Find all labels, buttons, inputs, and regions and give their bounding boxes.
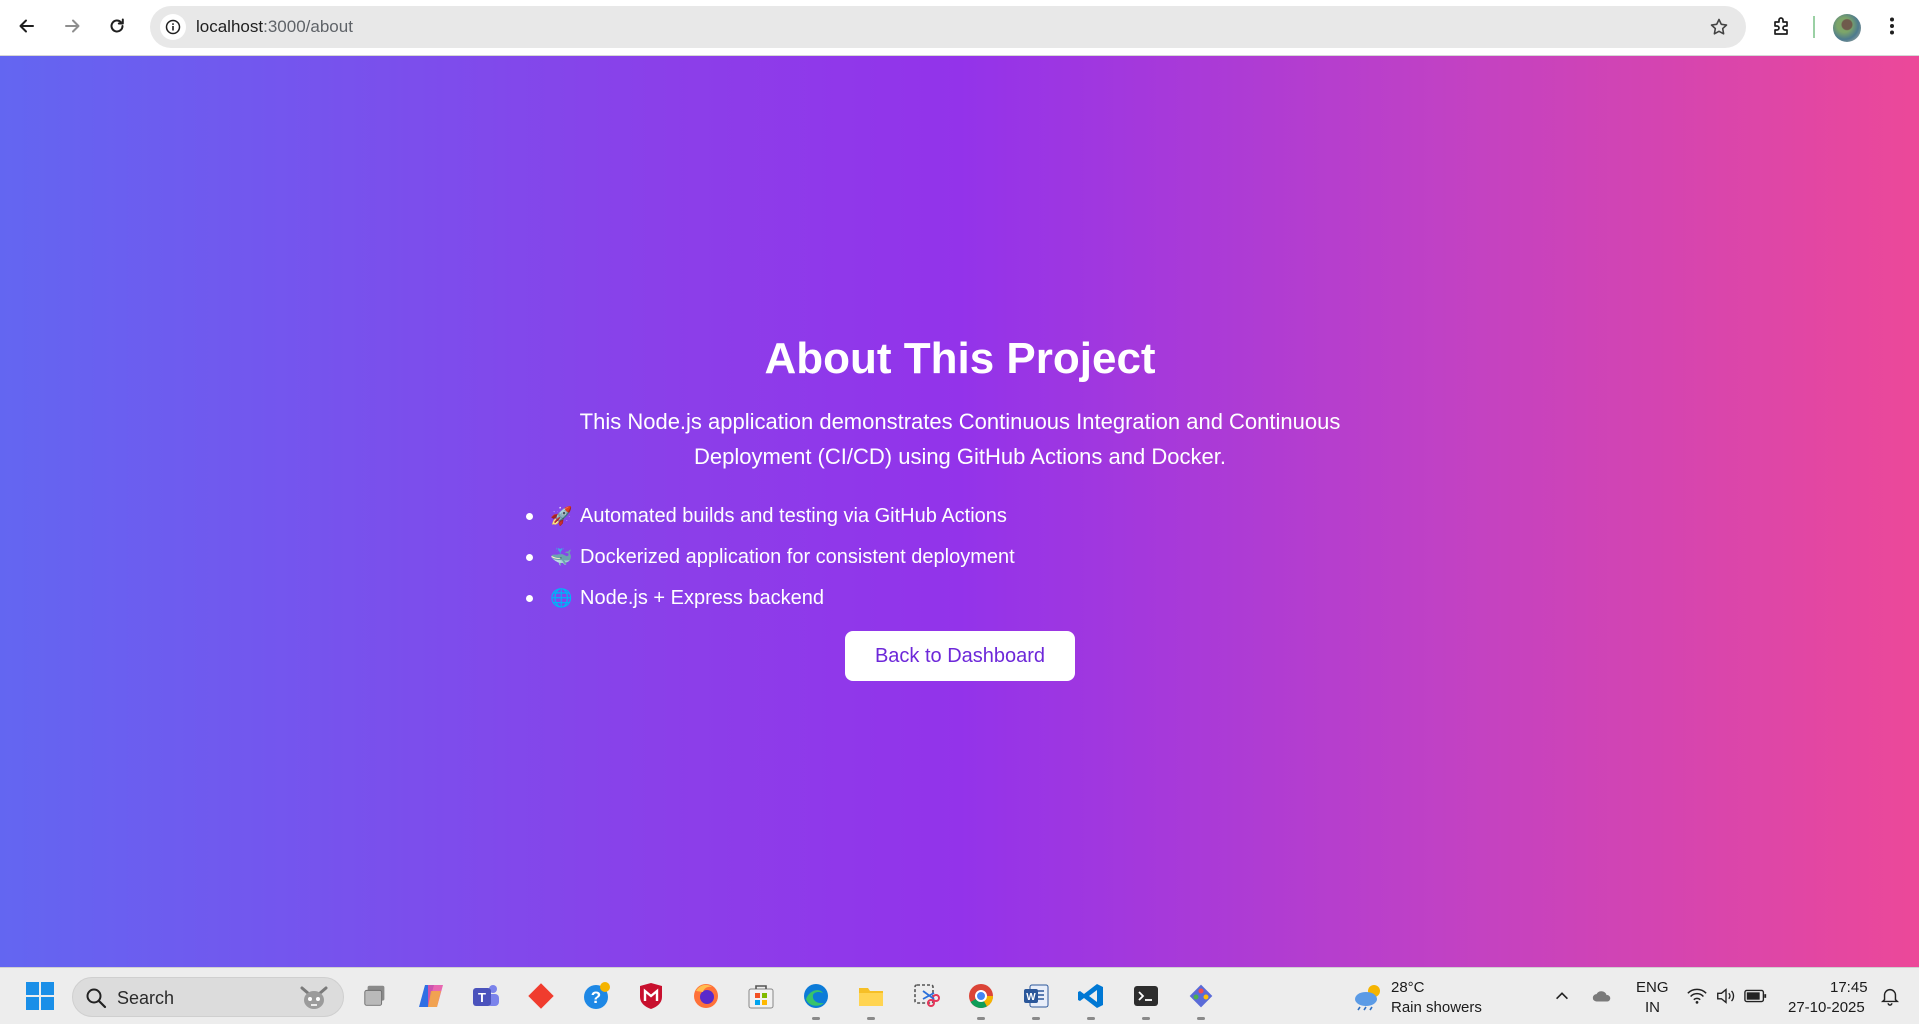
extensions-icon[interactable] bbox=[1764, 8, 1800, 44]
snipping-tool-icon[interactable] bbox=[906, 976, 946, 1016]
firefox-icon[interactable] bbox=[686, 976, 726, 1016]
running-indicator bbox=[1087, 1017, 1095, 1020]
running-indicator bbox=[1032, 1017, 1040, 1020]
globe-icon: 🌐 bbox=[550, 588, 573, 609]
back-to-dashboard-button[interactable]: Back to Dashboard bbox=[844, 631, 1076, 681]
list-item: 🌐 Node.js + Express backend bbox=[518, 578, 1418, 619]
arrow-left-icon bbox=[19, 19, 34, 33]
list-item: 🐳 Dockerized application for consistent d… bbox=[518, 537, 1418, 578]
windows-logo-icon bbox=[26, 982, 54, 1010]
terminal-icon[interactable] bbox=[1126, 976, 1166, 1020]
edge-icon[interactable] bbox=[796, 976, 836, 1020]
reload-icon bbox=[110, 18, 124, 33]
url-host: localhost bbox=[196, 17, 264, 36]
about-container: About This Project This Node.js applicat… bbox=[510, 332, 1410, 681]
feature-text: Node.js + Express backend bbox=[580, 587, 825, 609]
site-info-icon[interactable] bbox=[160, 14, 186, 40]
browser-toolbar: localhost:3000/about bbox=[0, 0, 1919, 56]
search-icon bbox=[86, 988, 107, 1009]
url-text[interactable]: localhost:3000/about bbox=[196, 17, 353, 37]
copilot-icon[interactable] bbox=[411, 976, 451, 1016]
browser-menu-icon[interactable] bbox=[1874, 8, 1910, 44]
weather-icon[interactable] bbox=[1348, 976, 1388, 1016]
task-view-icon[interactable] bbox=[356, 976, 396, 1016]
onedrive-cloud-icon[interactable] bbox=[1582, 976, 1622, 1016]
running-indicator bbox=[1197, 1017, 1205, 1020]
battery-icon[interactable] bbox=[1736, 976, 1776, 1016]
running-indicator bbox=[1142, 1017, 1150, 1020]
feature-text: Automated builds and testing via GitHub … bbox=[580, 505, 1007, 527]
address-bar[interactable]: localhost:3000/about bbox=[150, 6, 1746, 48]
toolbar-divider bbox=[1813, 16, 1815, 38]
running-indicator bbox=[812, 1017, 820, 1020]
weather-desc[interactable]: Rain showers bbox=[1391, 999, 1482, 1016]
microsoft-store-icon[interactable] bbox=[741, 976, 781, 1016]
gitkraken-icon[interactable] bbox=[1181, 976, 1221, 1020]
running-indicator bbox=[977, 1017, 985, 1020]
back-nav-button[interactable] bbox=[9, 8, 45, 44]
start-button[interactable] bbox=[20, 976, 60, 1016]
teams-icon[interactable]: T bbox=[466, 976, 506, 1016]
help-icon[interactable]: ? bbox=[576, 976, 616, 1016]
svg-text:?: ? bbox=[591, 988, 601, 1007]
rocket-icon: 🚀 bbox=[550, 506, 573, 527]
notifications-icon[interactable] bbox=[1870, 976, 1910, 1016]
clock-time[interactable]: 17:45 bbox=[1830, 979, 1868, 996]
chevron-up-icon[interactable] bbox=[1542, 976, 1582, 1016]
forward-nav-button[interactable] bbox=[54, 8, 90, 44]
feature-text: Dockerized application for consistent de… bbox=[580, 546, 1015, 568]
mcafee-icon[interactable] bbox=[631, 976, 671, 1016]
weather-temp[interactable]: 28°C bbox=[1391, 979, 1425, 996]
project-description: This Node.js application demonstrates Co… bbox=[579, 409, 1341, 469]
url-path: :3000/about bbox=[263, 17, 353, 36]
svg-text:W: W bbox=[1026, 992, 1036, 1003]
feature-list: 🚀 Automated builds and testing via GitHub… bbox=[518, 496, 1418, 619]
taskbar-search[interactable]: Search bbox=[72, 977, 344, 1017]
chrome-icon[interactable] bbox=[961, 976, 1001, 1020]
search-label: Search bbox=[117, 988, 175, 1008]
bookmark-star-icon[interactable] bbox=[1708, 16, 1730, 38]
language-bottom[interactable]: IN bbox=[1645, 999, 1660, 1016]
whale-icon: 🐳 bbox=[550, 547, 573, 568]
git-icon[interactable] bbox=[521, 976, 561, 1016]
file-explorer-icon[interactable] bbox=[851, 976, 891, 1020]
clock-date[interactable]: 27-10-2025 bbox=[1788, 999, 1865, 1016]
word-icon[interactable]: W bbox=[1016, 976, 1056, 1020]
language-top[interactable]: ENG bbox=[1636, 979, 1669, 996]
page-title: About This Project bbox=[764, 334, 1156, 383]
arrow-right-icon bbox=[65, 19, 80, 33]
reload-button[interactable] bbox=[99, 8, 135, 44]
svg-text:T: T bbox=[478, 990, 486, 1005]
list-item: 🚀 Automated builds and testing via GitHub… bbox=[518, 496, 1418, 537]
search-highlight-icon bbox=[300, 986, 328, 1009]
taskbar: Search T ? W 28°C Rain showers ENG IN 17… bbox=[0, 967, 1919, 1024]
vscode-icon[interactable] bbox=[1071, 976, 1111, 1020]
running-indicator bbox=[867, 1017, 875, 1020]
profile-avatar[interactable] bbox=[1833, 14, 1861, 42]
page-background: About This Project This Node.js applicat… bbox=[0, 56, 1919, 967]
